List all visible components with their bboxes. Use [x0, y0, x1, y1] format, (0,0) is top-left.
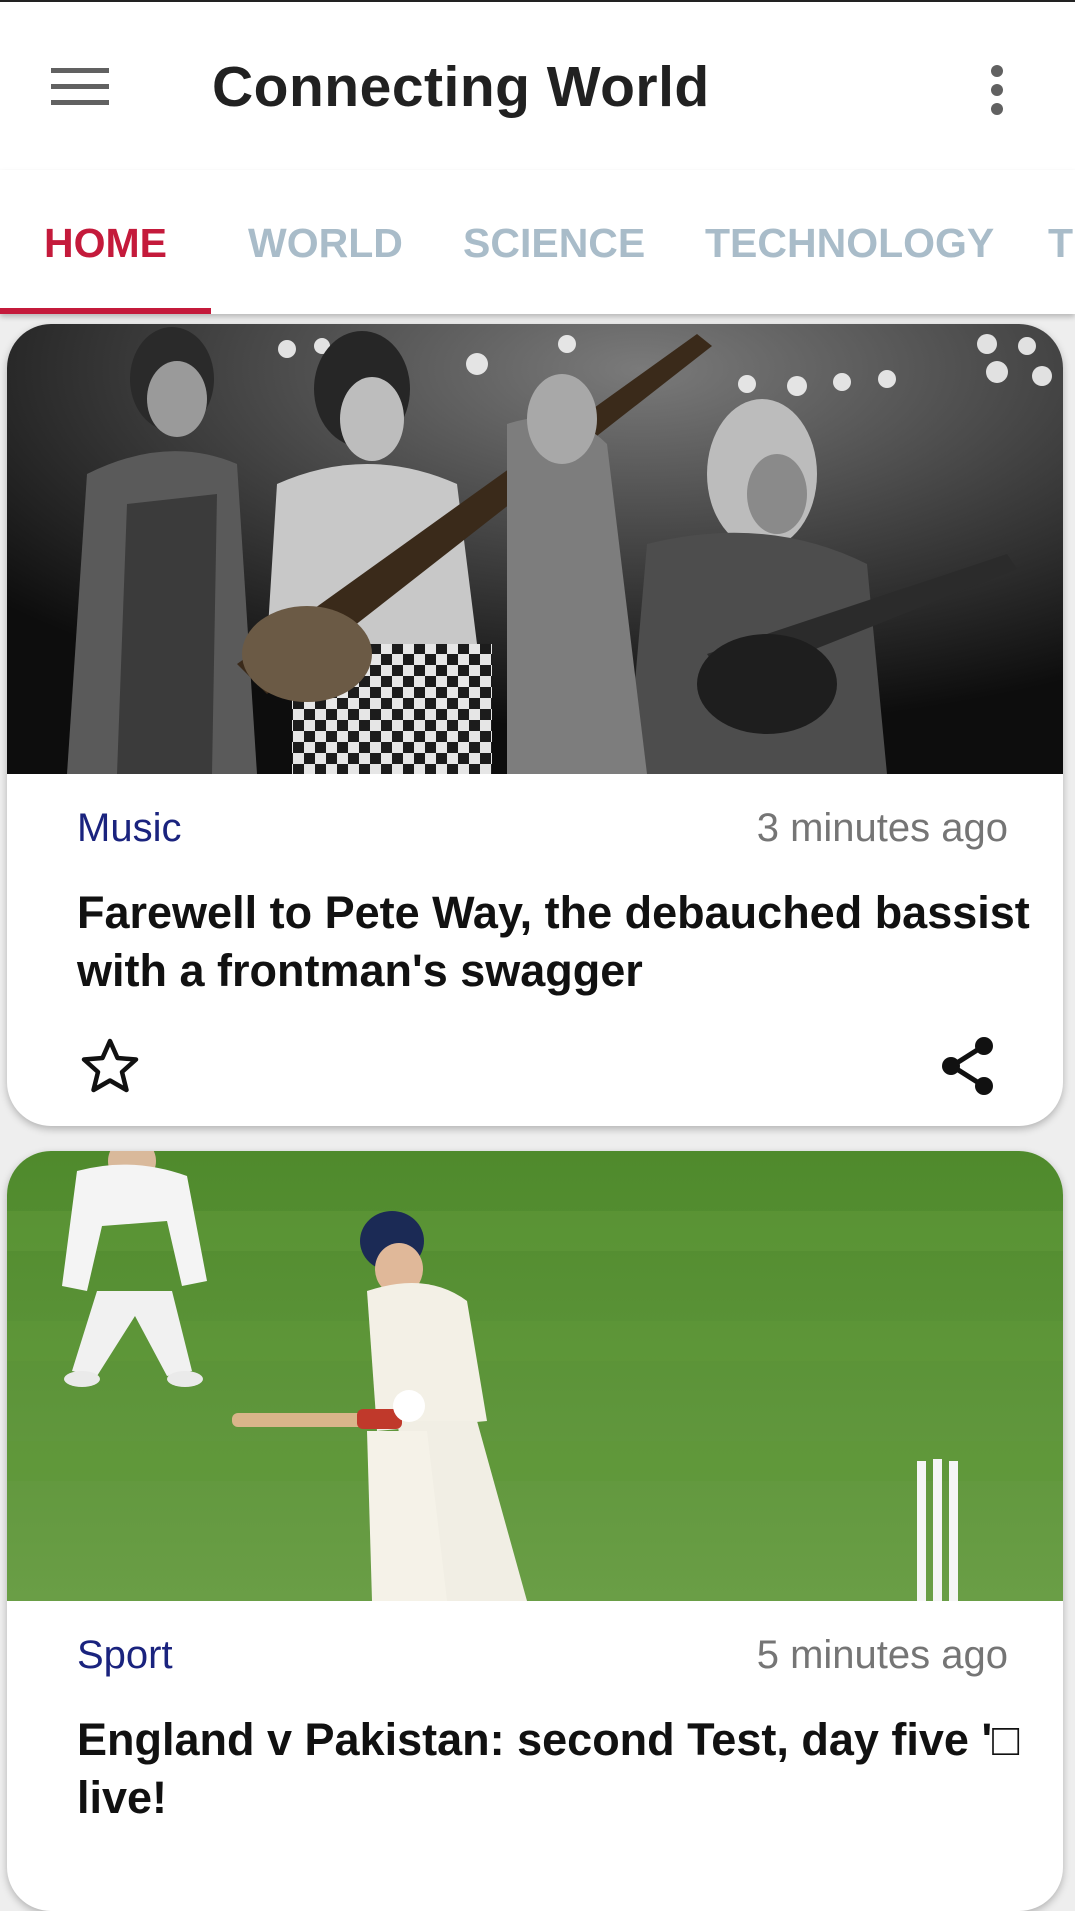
active-tab-indicator — [0, 308, 211, 314]
article-headline[interactable]: England v Pakistan: second Test, day fiv… — [77, 1711, 1047, 1827]
article-category[interactable]: Sport — [77, 1633, 173, 1678]
article-time: 3 minutes ago — [756, 806, 1008, 850]
category-tabs: HOME WORLD SCIENCE TECHNOLOGY T — [0, 170, 1075, 314]
tab-science[interactable]: SCIENCE — [463, 220, 645, 267]
article-time: 5 minutes ago — [756, 1633, 1008, 1677]
tab-world[interactable]: WORLD — [248, 220, 403, 267]
tab-partial[interactable]: T — [1048, 220, 1073, 267]
article-headline[interactable]: Farewell to Pete Way, the debauched bass… — [77, 884, 1047, 1000]
share-button[interactable] — [935, 1033, 1001, 1099]
star-outline-icon — [81, 1038, 139, 1093]
article-category[interactable]: Music — [77, 806, 181, 851]
favorite-button[interactable] — [77, 1033, 143, 1099]
tab-home[interactable]: HOME — [44, 220, 167, 267]
article-image-cricket[interactable] — [7, 1151, 1063, 1601]
share-icon — [942, 1037, 993, 1095]
more-vert-icon — [991, 64, 1003, 115]
article-card-1[interactable]: Music 3 minutes ago Farewell to Pete Way… — [7, 324, 1063, 1126]
overflow-menu-button[interactable] — [967, 57, 1027, 122]
hamburger-menu-icon — [51, 68, 109, 105]
app-bar: Connecting World — [0, 0, 1075, 170]
article-image-concert[interactable] — [7, 324, 1063, 774]
app-title: Connecting World — [212, 55, 710, 119]
menu-button[interactable] — [40, 57, 120, 117]
article-card-2[interactable]: Sport 5 minutes ago England v Pakistan: … — [7, 1151, 1063, 1911]
tab-technology[interactable]: TECHNOLOGY — [705, 220, 994, 267]
